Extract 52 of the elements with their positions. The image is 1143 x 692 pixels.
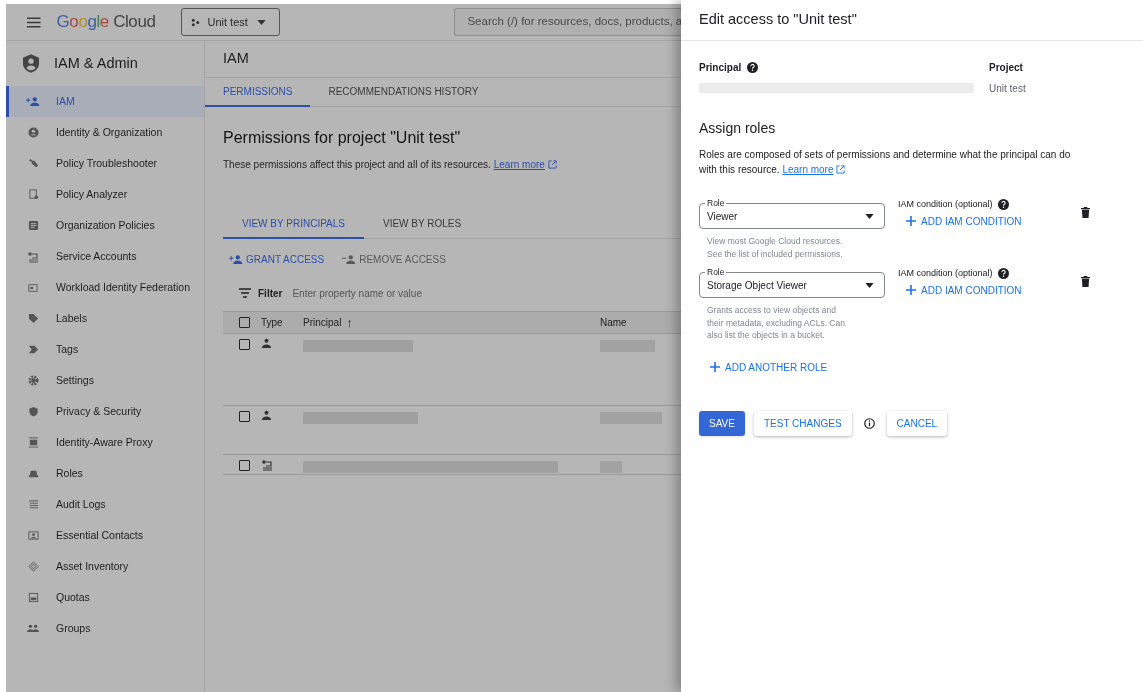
project-picker[interactable]: Unit test xyxy=(181,8,281,36)
save-button[interactable]: SAVE xyxy=(699,410,745,436)
add-role-button[interactable]: ADD ANOTHER ROLE xyxy=(710,359,828,375)
field-label: IAM condition (optional) xyxy=(898,267,993,280)
learn-more-link[interactable]: Learn more xyxy=(782,164,834,175)
sidebar-item[interactable]: Settings xyxy=(6,365,204,396)
secondary-button[interactable]: TEST CHANGES xyxy=(753,410,852,436)
panel-title: Edit access to "Unit test" xyxy=(699,10,857,30)
sidebar-item[interactable]: Workload Identity Federation xyxy=(6,272,204,303)
description-text: Roles are composed of sets of permissions and determine what the principal can do with this resource. Learn more xyxy=(699,148,1072,177)
sort-arrow-icon[interactable]: ↑ xyxy=(346,316,353,329)
sidebar-item[interactable]: Privacy & Security xyxy=(6,396,204,427)
sidebar-item[interactable]: Asset Inventory xyxy=(6,551,204,582)
column-header: Name xyxy=(600,316,627,330)
sidebar-item[interactable]: Policy Troubleshooter xyxy=(6,148,204,179)
grant-access-button[interactable]: GRANT ACCESS xyxy=(229,251,325,267)
field-label: IAM condition (optional) xyxy=(898,198,993,211)
section-heading: Assign roles xyxy=(699,119,777,138)
project-name: Unit test xyxy=(989,82,1026,96)
sidebar-item[interactable]: Identity-Aware Proxy xyxy=(6,427,204,458)
sidebar-item[interactable]: Groups xyxy=(6,613,204,644)
sidebar-item[interactable]: Service Accounts xyxy=(6,241,204,272)
sidebar-item[interactable]: Audit Logs xyxy=(6,489,204,520)
page-title: IAM xyxy=(223,49,249,69)
filter-label: Filter xyxy=(258,286,283,301)
tab[interactable]: VIEW BY PRINCIPALS xyxy=(223,209,364,239)
add-condition-button[interactable]: ADD IAM CONDITION xyxy=(906,213,1022,229)
sidebar-item[interactable]: Organization Policies xyxy=(6,210,204,241)
sidebar-item[interactable]: Labels xyxy=(6,303,204,334)
sidebar-item[interactable]: Policy Analyzer xyxy=(6,179,204,210)
tab[interactable]: VIEW BY ROLES xyxy=(364,209,481,239)
helper-text: View most Google Cloud resources. See the list of included permissions. xyxy=(706,235,844,260)
column-header: Principal xyxy=(303,316,342,330)
column-header: Type xyxy=(261,316,284,330)
section-heading: Permissions for project "Unit test" xyxy=(223,128,461,148)
field-label: Principal xyxy=(699,61,742,75)
sidebar-item[interactable]: Tags xyxy=(6,334,204,365)
sidebar-item[interactable]: Roles xyxy=(6,458,204,489)
filter-field[interactable]: Enter property name or value xyxy=(292,285,593,301)
add-condition-button[interactable]: ADD IAM CONDITION xyxy=(906,282,1022,298)
logo[interactable]: Google Cloud xyxy=(56,9,156,35)
sidebar-item[interactable]: Quotas xyxy=(6,582,204,613)
sidebar-item[interactable]: Identity & Organization xyxy=(6,117,204,148)
description-text: These permissions affect this project and all of its resources. xyxy=(223,158,491,172)
field-label: Project xyxy=(989,61,1024,75)
tab[interactable]: PERMISSIONS xyxy=(205,78,311,107)
learn-more-link[interactable]: Learn more xyxy=(493,157,545,172)
secondary-button[interactable]: CANCEL xyxy=(886,410,948,436)
sidebar-title: IAM & Admin xyxy=(54,53,138,73)
sidebar-item[interactable]: Essential Contacts xyxy=(6,520,204,551)
tab[interactable]: RECOMMENDATIONS HISTORY xyxy=(310,78,497,107)
helper-text: Grants access to view objects and their metadata, excluding ACLs. Can also list the objects in a bucket. xyxy=(706,304,846,342)
